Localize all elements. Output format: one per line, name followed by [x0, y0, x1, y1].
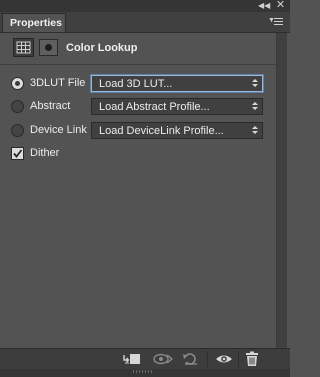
dither-checkbox[interactable]	[11, 147, 24, 160]
radio-abstract[interactable]	[11, 100, 24, 113]
vertical-scrollbar[interactable]	[276, 33, 287, 348]
select-abstract-value: Load Abstract Profile...	[99, 101, 210, 113]
select-device-link[interactable]: Load DeviceLink Profile...	[91, 122, 263, 139]
checkmark-icon	[13, 149, 23, 158]
label-3dlut-file: 3DLUT File	[30, 77, 86, 89]
eye-icon[interactable]	[213, 351, 235, 367]
reset-icon[interactable]	[181, 351, 201, 367]
adjustment-grid-icon[interactable]	[13, 38, 34, 57]
chevron-up-down-icon	[251, 124, 259, 137]
resize-grip[interactable]	[133, 370, 153, 373]
chevron-up-down-icon	[251, 77, 259, 90]
label-device-link: Device Link	[30, 124, 87, 136]
tab-properties[interactable]: Properties	[2, 13, 66, 32]
trash-icon[interactable]	[243, 351, 261, 367]
select-abstract[interactable]: Load Abstract Profile...	[91, 98, 263, 115]
layer-mask-icon[interactable]	[39, 39, 58, 56]
select-3dlut-file[interactable]: Load 3D LUT...	[91, 75, 263, 92]
close-icon[interactable]: ✕	[275, 0, 286, 11]
panel-menu-icon[interactable]: ▼	[268, 16, 284, 28]
clip-to-layer-icon[interactable]	[122, 351, 142, 367]
toolbar-separator	[207, 351, 208, 367]
label-dither: Dither	[30, 147, 60, 159]
view-previous-state-icon[interactable]	[152, 351, 174, 367]
chevron-up-down-icon	[251, 100, 259, 113]
radio-3dlut-file[interactable]	[11, 77, 24, 90]
panel-title: Color Lookup	[66, 42, 138, 54]
radio-device-link[interactable]	[11, 124, 24, 137]
label-abstract: Abstract	[30, 100, 71, 112]
header-divider	[0, 64, 276, 65]
tab-properties-label: Properties	[10, 17, 62, 29]
select-device-link-value: Load DeviceLink Profile...	[99, 125, 224, 137]
panel-top-strip	[0, 0, 290, 12]
double-chevron-left-icon[interactable]: ◀◀	[258, 1, 272, 10]
toolbar-separator	[238, 351, 239, 367]
select-3dlut-file-value: Load 3D LUT...	[99, 78, 173, 90]
